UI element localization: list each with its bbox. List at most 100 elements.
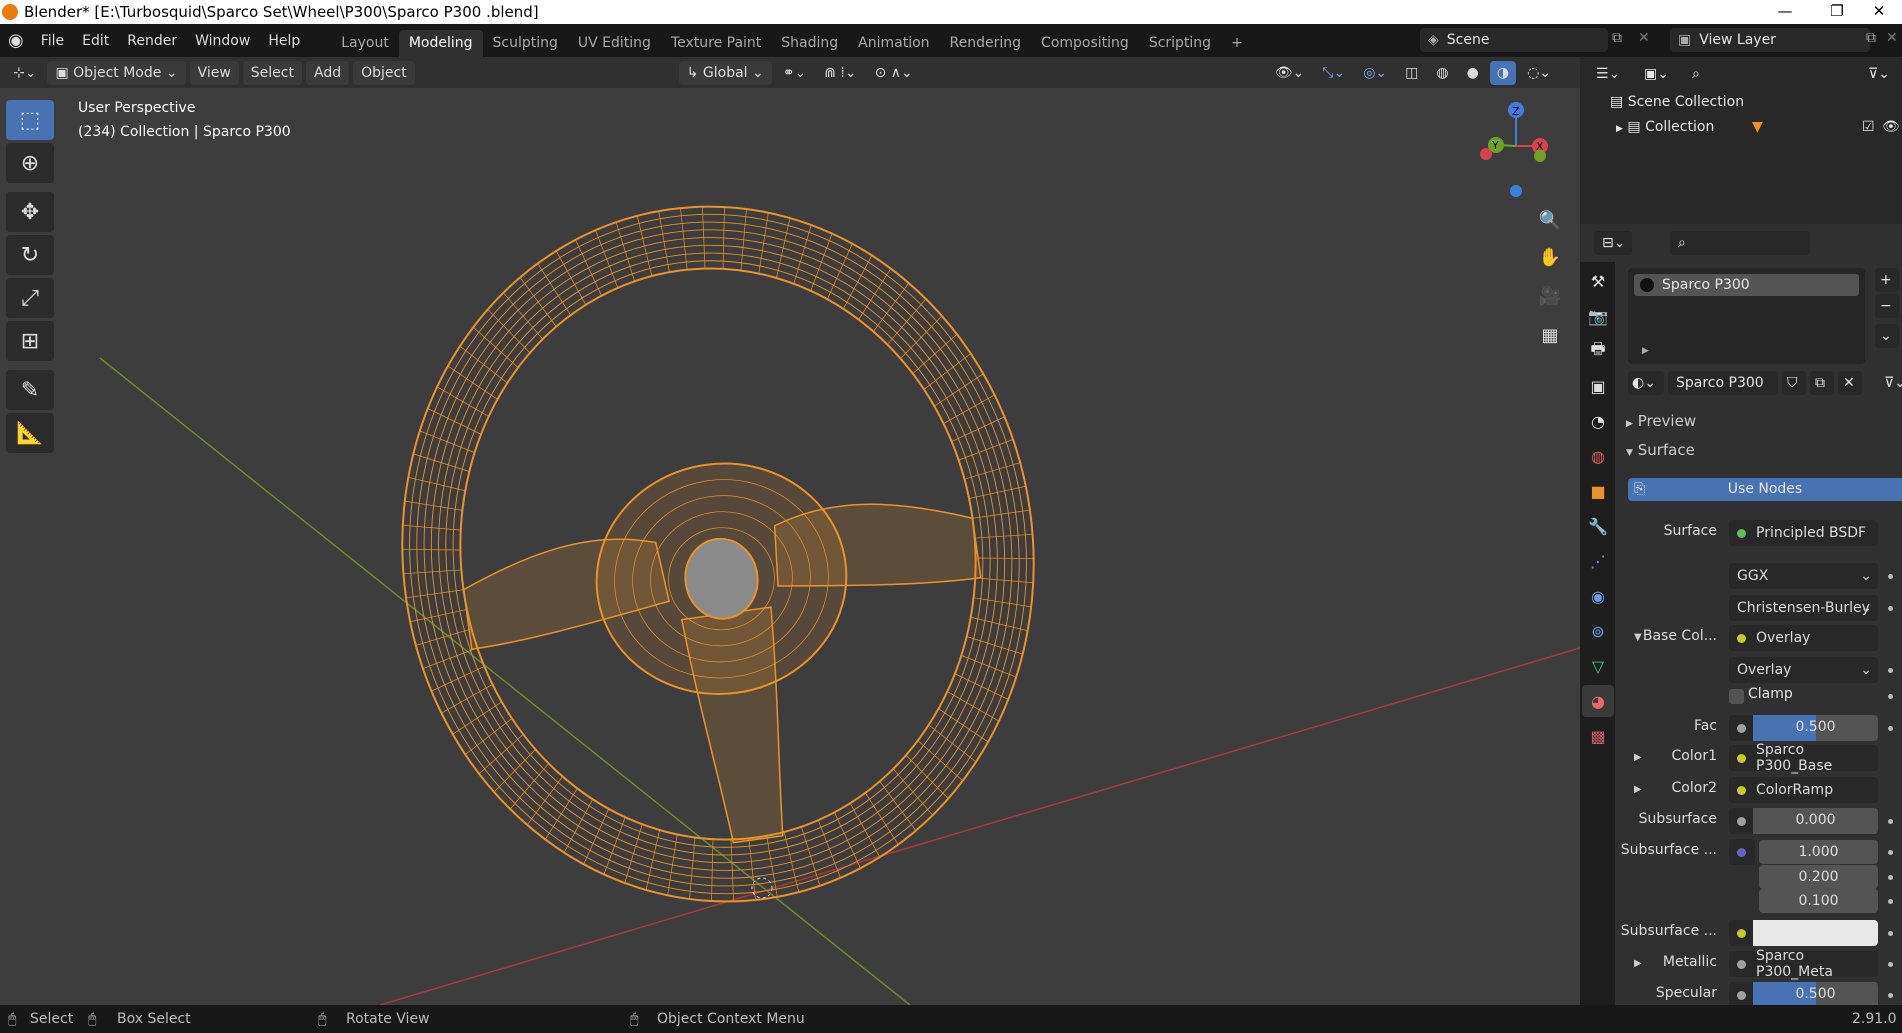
visibility-icon[interactable]: 👁⌄: [1268, 61, 1312, 85]
tab-compositing[interactable]: Compositing: [1031, 30, 1139, 57]
vector-component-field[interactable]: 0.100: [1759, 889, 1878, 913]
view-layer-tab-icon[interactable]: ▣: [1582, 370, 1614, 402]
view-layer-selector[interactable]: ▣ View Layer: [1670, 28, 1870, 52]
world-tab-icon[interactable]: ◍: [1582, 440, 1614, 472]
property-field[interactable]: Sparco P300_Base: [1729, 742, 1878, 774]
browse-material-icon[interactable]: ◐⌄: [1628, 371, 1664, 395]
dropdown[interactable]: GGX ⌄: [1729, 563, 1878, 589]
texture-tab-icon[interactable]: ▩: [1582, 720, 1614, 752]
keyframe-dot[interactable]: [1888, 899, 1893, 904]
tab-animation[interactable]: Animation: [848, 30, 939, 57]
tab-modeling[interactable]: Modeling: [398, 30, 483, 57]
rotate-tool-icon[interactable]: ↻: [6, 235, 54, 275]
property-field[interactable]: [1729, 920, 1878, 946]
material-slot-item[interactable]: Sparco P300: [1634, 274, 1859, 296]
annotate-tool-icon[interactable]: ✎: [6, 370, 54, 410]
dropdown[interactable]: Overlay ⌄: [1729, 657, 1878, 683]
keyframe-dot[interactable]: [1888, 606, 1893, 611]
keyframe-dot[interactable]: [1888, 874, 1893, 880]
menu-help[interactable]: Help: [259, 33, 309, 49]
wireframe-shading-icon[interactable]: ◍: [1429, 61, 1455, 85]
outliner-filter-icon[interactable]: ⊽⌄: [1860, 62, 1896, 86]
expand-arrow-icon[interactable]: ▶: [1616, 124, 1623, 134]
proportional-edit-icon[interactable]: ⊙ ∧⌄: [868, 61, 920, 85]
keyframe-dot[interactable]: [1888, 694, 1893, 699]
add-slot-button[interactable]: +: [1875, 268, 1899, 292]
clamp-checkbox[interactable]: [1729, 689, 1744, 704]
cursor-tool-icon[interactable]: ⊕: [6, 143, 54, 183]
xray-icon[interactable]: ◫: [1398, 61, 1425, 85]
vector-component-field[interactable]: 0.200: [1759, 864, 1878, 889]
3d-viewport[interactable]: [0, 88, 1580, 1005]
keyframe-dot[interactable]: [1888, 819, 1893, 824]
tab-texture-paint[interactable]: Texture Paint: [661, 30, 771, 57]
transform-orientation-selector[interactable]: ↳ Global ⌄: [678, 60, 772, 85]
expand-arrow-icon[interactable]: ▶: [1642, 346, 1649, 356]
delete-scene-icon[interactable]: ✕: [1638, 30, 1650, 46]
new-scene-icon[interactable]: ⧉: [1612, 30, 1622, 46]
navigation-gizmo[interactable]: Z X Y: [1466, 96, 1566, 206]
material-name-field[interactable]: Sparco P300: [1668, 371, 1778, 395]
render-tab-icon[interactable]: 📷: [1582, 300, 1614, 332]
close-button[interactable]: ✕: [1856, 0, 1902, 24]
constraints-tab-icon[interactable]: ⊚: [1582, 615, 1614, 647]
exclude-checkbox[interactable]: ☑: [1862, 119, 1875, 135]
gizmo-icon[interactable]: ⤡⌄: [1315, 61, 1352, 85]
scene-selector[interactable]: ◈ Scene: [1420, 28, 1608, 52]
expand-arrow-icon[interactable]: ▶: [1634, 784, 1642, 795]
blender-menu-icon[interactable]: ◉: [8, 30, 24, 51]
physics-tab-icon[interactable]: ◉: [1582, 580, 1614, 612]
menu-render[interactable]: Render: [118, 33, 186, 49]
overlay-icon[interactable]: ◎⌄: [1356, 61, 1394, 85]
output-tab-icon[interactable]: 🖶: [1582, 335, 1614, 367]
slot-specials-button[interactable]: ⌄: [1875, 324, 1899, 348]
property-field[interactable]: Sparco P300_Meta: [1729, 948, 1878, 980]
add-workspace-button[interactable]: +: [1221, 30, 1253, 57]
minimize-button[interactable]: —: [1762, 0, 1808, 24]
menu-view[interactable]: View: [189, 60, 239, 85]
pivot-icon[interactable]: ⚭⌄: [776, 61, 813, 85]
delete-view-layer-icon[interactable]: ✕: [1886, 30, 1898, 46]
particles-tab-icon[interactable]: ⋰: [1582, 545, 1614, 577]
socket-button[interactable]: [1729, 839, 1755, 865]
move-tool-icon[interactable]: ✥: [6, 192, 54, 232]
collection-row[interactable]: ▶ ▤ Collection ▼ ☑ 👁: [1616, 119, 1902, 135]
transform-tool-icon[interactable]: ⊞: [6, 321, 54, 361]
use-nodes-button[interactable]: ⎘ Use Nodes: [1628, 478, 1902, 501]
link-type-icon[interactable]: ⊽⌄: [1884, 375, 1902, 391]
unlink-material-icon[interactable]: ✕: [1838, 371, 1862, 395]
tab-sculpting[interactable]: Sculpting: [483, 30, 568, 57]
tab-rendering[interactable]: Rendering: [940, 30, 1032, 57]
scene-tab-icon[interactable]: ◔: [1582, 405, 1614, 437]
remove-slot-button[interactable]: −: [1875, 294, 1899, 318]
tab-scripting[interactable]: Scripting: [1139, 30, 1221, 57]
data-tab-icon[interactable]: ▽: [1582, 650, 1614, 682]
menu-object[interactable]: Object: [353, 60, 415, 85]
preview-panel-header[interactable]: ▶ Preview: [1626, 412, 1696, 430]
measure-tool-icon[interactable]: 📐: [6, 413, 54, 453]
material-shading-icon[interactable]: ◑: [1489, 60, 1517, 85]
keyframe-dot[interactable]: [1888, 668, 1893, 673]
expand-arrow-icon[interactable]: ▶: [1634, 958, 1642, 969]
outliner-search-input[interactable]: ⌕: [1684, 62, 1824, 86]
modifier-tab-icon[interactable]: 🔧: [1582, 510, 1614, 542]
property-field[interactable]: 0.000: [1729, 808, 1878, 834]
rendered-shading-icon[interactable]: ◌⌄: [1520, 61, 1558, 85]
pan-view-icon[interactable]: ✋: [1533, 240, 1567, 274]
keyframe-dot[interactable]: [1888, 850, 1893, 855]
camera-view-icon[interactable]: 🎥: [1533, 279, 1567, 313]
new-view-layer-icon[interactable]: ⧉: [1866, 30, 1876, 46]
menu-file[interactable]: File: [32, 33, 73, 49]
tab-shading[interactable]: Shading: [771, 30, 848, 57]
vector-component-field[interactable]: 1.000: [1759, 840, 1878, 864]
editor-type-icon[interactable]: ⊹⌄: [6, 61, 43, 85]
tab-layout[interactable]: Layout: [331, 30, 399, 57]
display-mode-icon[interactable]: ☰⌄: [1588, 62, 1626, 86]
zoom-view-icon[interactable]: 🔍: [1533, 203, 1567, 237]
scene-collection-row[interactable]: ▤ Scene Collection: [1610, 94, 1744, 110]
fake-user-icon[interactable]: ⛉: [1782, 371, 1806, 395]
property-field[interactable]: Principled BSDF: [1729, 520, 1878, 546]
duplicate-material-icon[interactable]: ⧉: [1810, 371, 1834, 395]
keyframe-dot[interactable]: [1888, 574, 1893, 579]
keyframe-dot[interactable]: [1888, 931, 1893, 936]
